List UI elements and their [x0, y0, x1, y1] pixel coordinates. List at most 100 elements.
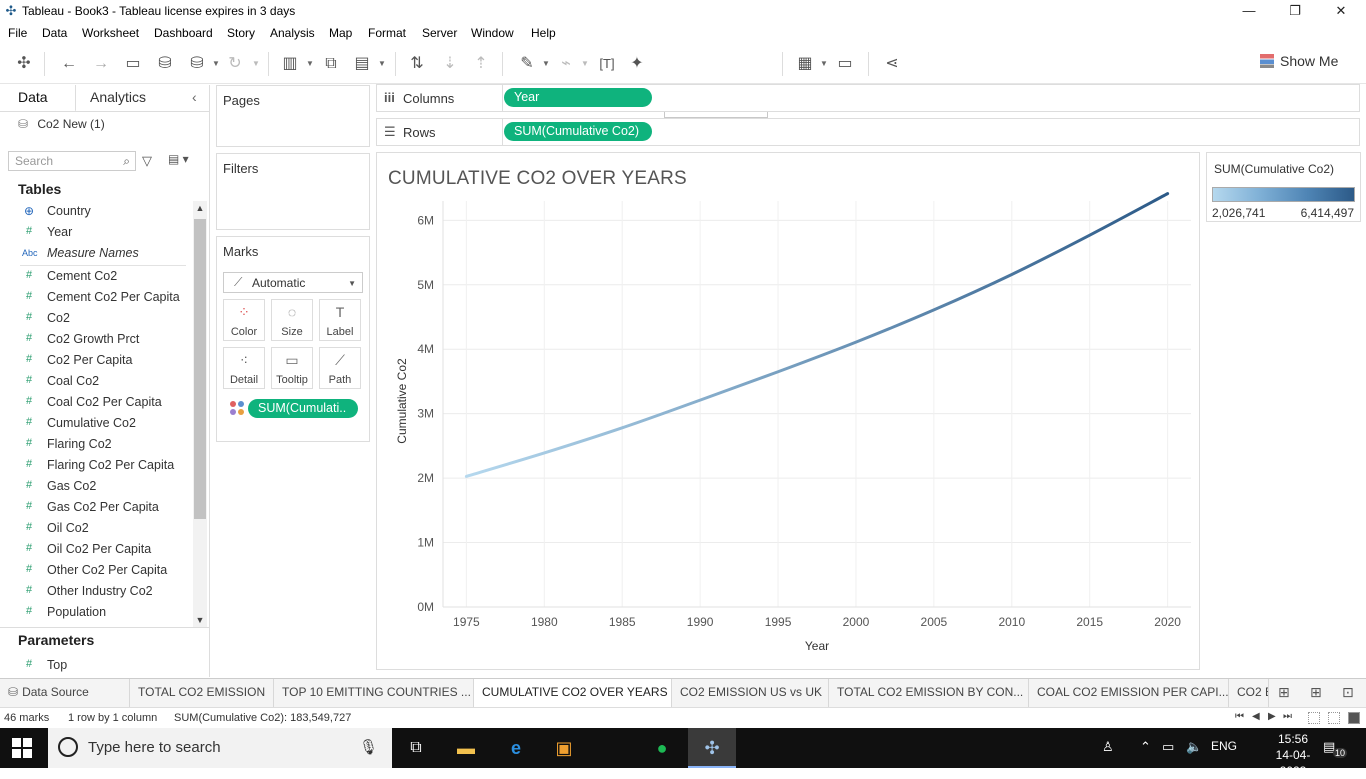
field-item[interactable]: # Other Industry Co2 [0, 581, 192, 602]
new-dashboard-icon[interactable]: ⊞ [1310, 684, 1322, 701]
search-icon[interactable]: ⌕ [123, 154, 130, 169]
first-sheet-icon[interactable]: ⏮ [1235, 711, 1244, 722]
windows-start-icon[interactable] [12, 738, 32, 758]
tooltip-button[interactable]: ▭ Tooltip [271, 347, 313, 389]
size-button[interactable]: ◌ Size [271, 299, 313, 341]
sheet-tab[interactable]: COAL CO2 EMISSION PER CAPI... [1029, 679, 1229, 707]
microsoft-store-icon[interactable]: ▣ [540, 728, 588, 768]
language-indicator[interactable]: ENG [1211, 739, 1237, 753]
menu-window[interactable]: Window [471, 26, 514, 40]
show-me-button[interactable]: Show Me [1260, 53, 1338, 75]
series-line[interactable] [464, 192, 1170, 478]
chevron-down-icon[interactable]: ▼ [212, 60, 220, 68]
refresh-icon[interactable]: ↻ [224, 53, 246, 75]
field-item[interactable]: # Gas Co2 Per Capita [0, 497, 192, 518]
detail-button[interactable]: ⁖ Detail [223, 347, 265, 389]
sheet-tab[interactable]: TOTAL CO2 EMISSION [130, 679, 274, 707]
edge-browser-icon[interactable]: e [492, 728, 540, 768]
sheet-tab[interactable]: TOP 10 EMITTING COUNTRIES ... [274, 679, 474, 707]
microphone-icon[interactable]: 🎙 [359, 738, 378, 756]
show-mark-labels-icon[interactable]: [T] [596, 53, 618, 75]
show-tabs-icon[interactable] [1348, 712, 1360, 724]
sheet-tab[interactable]: CO2 E [1229, 679, 1269, 707]
chevron-down-icon[interactable]: ▼ [542, 60, 550, 68]
chevron-up-icon[interactable]: ▲ [193, 201, 207, 215]
pages-card[interactable]: Pages [216, 85, 370, 147]
restore-button[interactable]: ❐ [1272, 0, 1318, 22]
save-icon[interactable]: ▭ [122, 53, 144, 75]
menu-help[interactable]: Help [531, 26, 556, 40]
scrollbar-thumb[interactable] [194, 219, 206, 519]
sort-ascending-icon[interactable]: ⇣ [439, 53, 461, 75]
highlight-icon[interactable]: ✎ [516, 53, 538, 75]
columns-year-pill[interactable]: Year [504, 88, 652, 107]
redo-icon[interactable]: → [90, 53, 112, 75]
chevron-down-icon[interactable]: ▼ [306, 60, 314, 68]
filter-icon[interactable]: ▽ [142, 153, 152, 169]
battery-icon[interactable]: ▭ [1162, 739, 1174, 755]
pause-updates-icon[interactable]: ⛁ [186, 53, 208, 75]
field-item[interactable]: # Other Co2 Per Capita [0, 560, 192, 581]
parameter-item[interactable]: # Top [0, 655, 192, 676]
field-item[interactable]: # Coal Co2 Per Capita [0, 392, 192, 413]
chevron-down-icon[interactable]: ▼ [581, 60, 589, 68]
field-list-scrollbar[interactable]: ▲ ▼ [193, 201, 207, 627]
field-item[interactable]: Abc Measure Names [0, 243, 192, 264]
undo-icon[interactable]: ← [58, 53, 80, 75]
clear-sheet-icon[interactable]: ▤ [351, 53, 373, 75]
chevron-down-icon[interactable]: ▼ [378, 60, 386, 68]
field-item[interactable]: # Cumulative Co2 [0, 413, 192, 434]
tab-data[interactable]: Data [18, 89, 48, 105]
previous-sheet-icon[interactable]: ◀ [1252, 711, 1260, 722]
mark-type-select[interactable]: ⟋ Automatic ▼ [223, 272, 363, 293]
tableau-home-icon[interactable]: ✣ [13, 53, 35, 75]
menu-analysis[interactable]: Analysis [270, 26, 315, 40]
datasource-item[interactable]: ⛁ Co2 New (1) [18, 117, 105, 131]
color-button[interactable]: ⁘ Color [223, 299, 265, 341]
spotify-icon[interactable]: ● [638, 728, 686, 768]
path-button[interactable]: ⟋ Path [319, 347, 361, 389]
share-icon[interactable]: ⋖ [881, 53, 903, 75]
menu-dashboard[interactable]: Dashboard [154, 26, 213, 40]
color-legend[interactable]: SUM(Cumulative Co2) 2,026,741 6,414,497 [1206, 152, 1361, 222]
field-item[interactable]: # Flaring Co2 Per Capita [0, 455, 192, 476]
group-members-icon[interactable]: ⌁ [555, 53, 577, 75]
swap-rows-columns-icon[interactable]: ⇅ [406, 53, 428, 75]
chevron-down-icon[interactable]: ▼ [252, 60, 260, 68]
new-worksheet-icon[interactable]: ▥ [279, 53, 301, 75]
field-item[interactable]: ⊕ Country [0, 201, 192, 222]
chevron-up-icon[interactable]: ⌃ [1140, 739, 1151, 755]
chevron-down-icon[interactable]: ▼ [820, 60, 828, 68]
file-explorer-icon[interactable]: ▬ [442, 728, 490, 768]
task-view-icon[interactable]: ⧉ [392, 728, 440, 768]
clock[interactable]: 15:56 14-04-2023 [1263, 731, 1323, 779]
show-filmstrip-icon[interactable] [1308, 712, 1320, 724]
show-cards-icon[interactable]: ▦ [794, 53, 816, 75]
sheet-tab[interactable]: TOTAL CO2 EMISSION BY CON... [829, 679, 1029, 707]
field-item[interactable]: # Oil Co2 Per Capita [0, 539, 192, 560]
people-icon[interactable]: ♙ [1102, 739, 1114, 755]
view-options-icon[interactable]: ▤ ▾ [168, 152, 189, 166]
sort-descending-icon[interactable]: ⇡ [470, 53, 492, 75]
menu-server[interactable]: Server [422, 26, 457, 40]
collapse-pane-icon[interactable]: ‹ [192, 89, 197, 105]
filters-card[interactable]: Filters [216, 153, 370, 230]
search-input[interactable]: Search ⌕ [8, 151, 136, 171]
rows-measure-pill[interactable]: SUM(Cumulative Co2) [504, 122, 652, 141]
field-item[interactable]: # Year [0, 222, 192, 243]
menu-worksheet[interactable]: Worksheet [82, 26, 139, 40]
pin-axes-icon[interactable]: ✦ [626, 53, 648, 75]
menu-data[interactable]: Data [42, 26, 67, 40]
duplicate-sheet-icon[interactable]: ⧉ [320, 53, 342, 75]
chevron-down-icon[interactable]: ▼ [193, 613, 207, 627]
sheet-tab[interactable]: CO2 EMISSION US vs UK [672, 679, 829, 707]
menu-file[interactable]: File [8, 26, 27, 40]
presentation-mode-icon[interactable]: ▭ [834, 53, 856, 75]
menu-story[interactable]: Story [227, 26, 255, 40]
field-item[interactable]: # Population [0, 602, 192, 623]
field-item[interactable]: # Cement Co2 [0, 266, 192, 287]
field-item[interactable]: # Co2 Per Capita [0, 350, 192, 371]
field-item[interactable]: # Co2 [0, 308, 192, 329]
field-item[interactable]: # Oil Co2 [0, 518, 192, 539]
new-datasource-icon[interactable]: ⛁ [154, 53, 176, 75]
